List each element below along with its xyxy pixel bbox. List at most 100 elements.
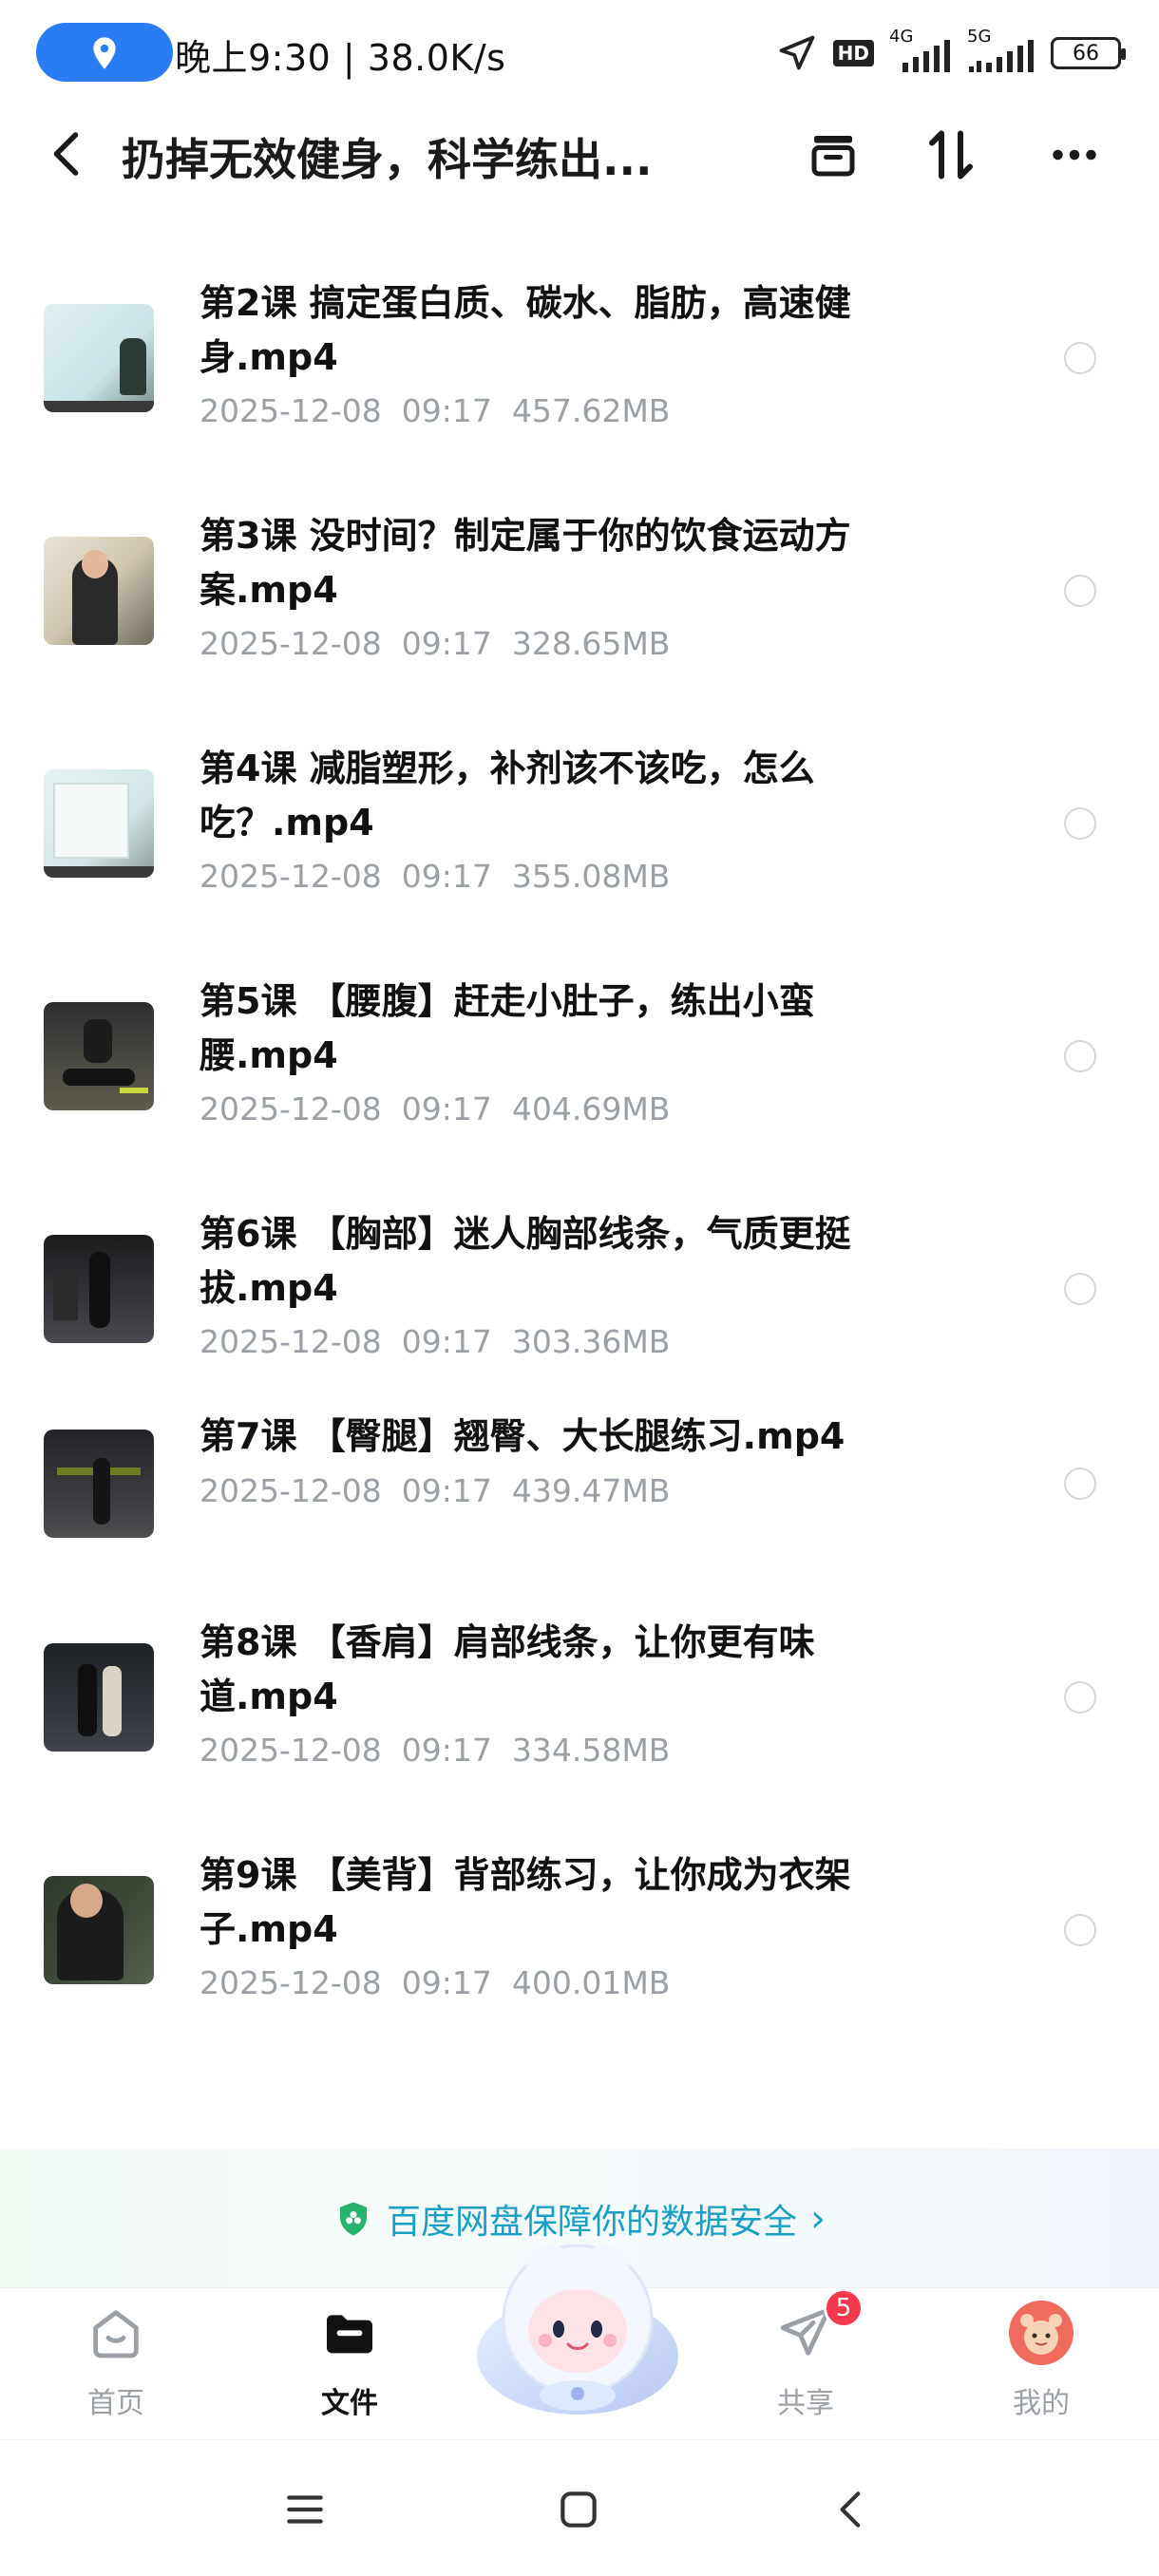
file-meta: 2025-12-08 09:17 404.69MB (200, 1090, 670, 1127)
file-name: 第8课 【香肩】肩部线条，让你更有味道.mp4 (200, 1621, 815, 1717)
video-thumbnail (44, 1430, 154, 1538)
nav-label: 共享 (777, 2387, 834, 2420)
file-size: 355.08MB (511, 858, 671, 895)
file-date: 2025-12-08 (200, 1472, 382, 1509)
file-time: 09:17 (401, 625, 492, 662)
file-name: 第2课 搞定蛋白质、碳水、脂肪，高速健身.mp4 (200, 282, 851, 378)
select-radio[interactable] (1064, 1914, 1096, 1946)
file-row[interactable]: 第8课 【香肩】肩部线条，让你更有味道.mp4 2025-12-08 09:17… (0, 1591, 1159, 1824)
system-back-button[interactable] (819, 2476, 885, 2543)
video-thumbnail (44, 1643, 154, 1752)
status-bar: 晚上9:30 | 38.0K/s HD 4G 5G 66 (0, 0, 1159, 104)
file-name: 第4课 减脂塑形，补剂该不该吃，怎么吃？.mp4 (200, 748, 815, 843)
more-button[interactable] (1041, 122, 1108, 188)
shield-icon (339, 2202, 367, 2236)
top-bar: 扔掉无效健身，科学练出... (0, 104, 1159, 199)
nav-home[interactable]: 首页 (49, 2300, 182, 2433)
file-size: 334.58MB (511, 1732, 671, 1769)
file-row[interactable]: 第3课 没时间？制定属于你的饮食运动方案.mp4 2025-12-08 09:1… (0, 484, 1159, 717)
file-row[interactable]: 第7课 【臀腿】翘臀、大长腿练习.mp4 2025-12-08 09:17 43… (0, 1415, 1159, 1591)
select-radio[interactable] (1064, 575, 1096, 607)
file-list: 第2课 搞定蛋白质、碳水、脂肪，高速健身.mp4 2025-12-08 09:1… (0, 252, 1159, 2056)
share-icon: 5 (772, 2288, 864, 2366)
file-name: 第9课 【美背】背部练习，让你成为衣架子.mp4 (200, 1854, 851, 1950)
menu-icon (287, 2495, 323, 2524)
back-icon (53, 132, 79, 176)
video-thumbnail (44, 537, 154, 645)
location-icon (93, 37, 116, 69)
net2-label: 5G (967, 27, 992, 47)
file-name: 第6课 【胸部】迷人胸部线条，气质更挺拔.mp4 (200, 1213, 851, 1309)
file-time: 09:17 (401, 1323, 492, 1360)
file-row[interactable]: 第9课 【美背】背部练习，让你成为衣架子.mp4 2025-12-08 09:1… (0, 1824, 1159, 2056)
inbox-button[interactable] (800, 122, 866, 188)
back-button[interactable] (40, 125, 97, 182)
select-radio[interactable] (1064, 1681, 1096, 1714)
nav-mine[interactable]: 我的 (975, 2300, 1108, 2433)
menu-button[interactable] (272, 2476, 338, 2543)
location-pill[interactable] (36, 23, 173, 82)
select-radio[interactable] (1064, 1468, 1096, 1500)
video-thumbnail (44, 1876, 154, 1984)
select-radio[interactable] (1064, 807, 1096, 840)
select-radio[interactable] (1064, 1273, 1096, 1305)
video-thumbnail (44, 769, 154, 878)
square-home-icon (560, 2491, 597, 2528)
file-time: 09:17 (401, 858, 492, 895)
file-meta: 2025-12-08 09:17 334.58MB (200, 1732, 670, 1769)
page-title: 扔掉无效健身，科学练出... (122, 134, 653, 185)
file-size: 439.47MB (511, 1472, 671, 1509)
avatar-icon (1008, 2300, 1074, 2366)
sort-button[interactable] (918, 122, 984, 188)
nav-files[interactable]: 文件 (283, 2300, 416, 2433)
system-nav-bar (0, 2439, 1159, 2576)
video-thumbnail (44, 304, 154, 412)
file-time: 09:17 (401, 1090, 492, 1127)
nav-label: 文件 (321, 2387, 378, 2420)
more-icon (1053, 149, 1096, 161)
file-row[interactable]: 第2课 搞定蛋白质、碳水、脂肪，高速健身.mp4 2025-12-08 09:1… (0, 252, 1159, 484)
file-meta: 2025-12-08 09:17 328.65MB (200, 625, 670, 662)
folder-icon (316, 2300, 383, 2366)
home-icon (83, 2300, 149, 2366)
mascot-icon (477, 2244, 678, 2415)
file-name: 第5课 【腰腹】赶走小肚子，练出小蛮腰.mp4 (200, 980, 815, 1076)
chevron-right-icon: › (810, 2197, 826, 2241)
file-row[interactable]: 第4课 减脂塑形，补剂该不该吃，怎么吃？.mp4 2025-12-08 09:1… (0, 717, 1159, 950)
file-size: 328.65MB (511, 625, 671, 662)
file-meta: 2025-12-08 09:17 400.01MB (200, 1964, 670, 2001)
status-icons: HD 4G 5G 66 (776, 25, 1126, 82)
video-thumbnail (44, 1235, 154, 1343)
signal-4g-icon: 4G (889, 27, 952, 74)
navigation-icon (779, 35, 814, 70)
chevron-left-icon (840, 2491, 861, 2528)
file-date: 2025-12-08 (200, 1323, 382, 1360)
file-time: 09:17 (401, 1964, 492, 2001)
file-time: 09:17 (401, 1472, 492, 1509)
nav-share[interactable]: 5 共享 (739, 2288, 872, 2433)
file-date: 2025-12-08 (200, 1732, 382, 1769)
nav-label: 我的 (1013, 2387, 1070, 2420)
file-date: 2025-12-08 (200, 392, 382, 429)
select-radio[interactable] (1064, 1040, 1096, 1072)
file-row[interactable]: 第5课 【腰腹】赶走小肚子，练出小蛮腰.mp4 2025-12-08 09:17… (0, 950, 1159, 1183)
home-button[interactable] (545, 2476, 612, 2543)
file-time: 09:17 (401, 1732, 492, 1769)
file-name: 第7课 【臀腿】翘臀、大长腿练习.mp4 (200, 1415, 846, 1457)
mascot-button[interactable] (475, 2232, 680, 2422)
file-meta: 2025-12-08 09:17 439.47MB (200, 1472, 670, 1509)
file-date: 2025-12-08 (200, 625, 382, 662)
file-date: 2025-12-08 (200, 1090, 382, 1127)
signal-5g-icon: 5G (967, 27, 1036, 74)
sort-icon (929, 130, 973, 180)
file-meta: 2025-12-08 09:17 303.36MB (200, 1323, 670, 1360)
nav-label: 首页 (87, 2387, 144, 2420)
select-radio[interactable] (1064, 342, 1096, 374)
file-meta: 2025-12-08 09:17 457.62MB (200, 392, 670, 429)
battery-icon: 66 (1051, 37, 1126, 69)
file-size: 400.01MB (511, 1964, 671, 2001)
file-meta: 2025-12-08 09:17 355.08MB (200, 858, 670, 895)
net1-label: 4G (889, 27, 914, 47)
file-row[interactable]: 第6课 【胸部】迷人胸部线条，气质更挺拔.mp4 2025-12-08 09:1… (0, 1183, 1159, 1415)
file-size: 404.69MB (511, 1090, 671, 1127)
